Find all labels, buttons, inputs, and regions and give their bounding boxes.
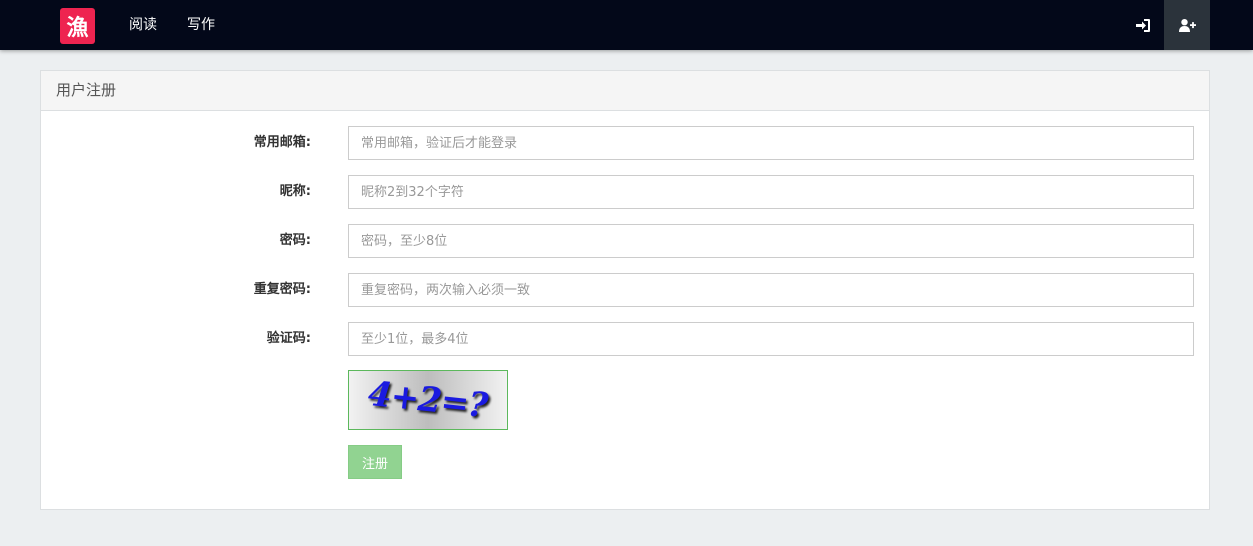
sign-in-icon [1136, 18, 1150, 32]
user-plus-icon [1178, 18, 1196, 32]
site-logo[interactable]: 漁 [60, 8, 95, 44]
captcha-label: 验证码: [266, 331, 311, 346]
captcha-image[interactable]: 4+2=? [348, 370, 508, 430]
confirm-password-label: 重复密码: [253, 282, 311, 297]
login-button[interactable] [1125, 0, 1161, 50]
nickname-input[interactable] [348, 175, 1194, 209]
submit-register-button[interactable]: 注册 [348, 445, 402, 479]
panel-title: 用户注册 [41, 71, 1209, 111]
nickname-label: 昵称: [279, 184, 311, 199]
password-label: 密码: [279, 233, 311, 248]
email-label: 常用邮箱: [253, 135, 311, 150]
top-navbar: 漁 阅读 写作 [0, 0, 1253, 50]
nav-link-read[interactable]: 阅读 [129, 16, 157, 34]
captcha-text: 4+2=? [366, 373, 490, 427]
confirm-password-input[interactable] [348, 273, 1194, 307]
email-input[interactable] [348, 126, 1194, 160]
captcha-input[interactable] [348, 322, 1194, 356]
register-panel: 用户注册 常用邮箱: 昵称: 密码: 重复密码: 验证码: 4+2=? 注册 [40, 70, 1210, 510]
nav-link-write[interactable]: 写作 [187, 16, 215, 34]
register-button[interactable] [1164, 0, 1210, 50]
password-input[interactable] [348, 224, 1194, 258]
